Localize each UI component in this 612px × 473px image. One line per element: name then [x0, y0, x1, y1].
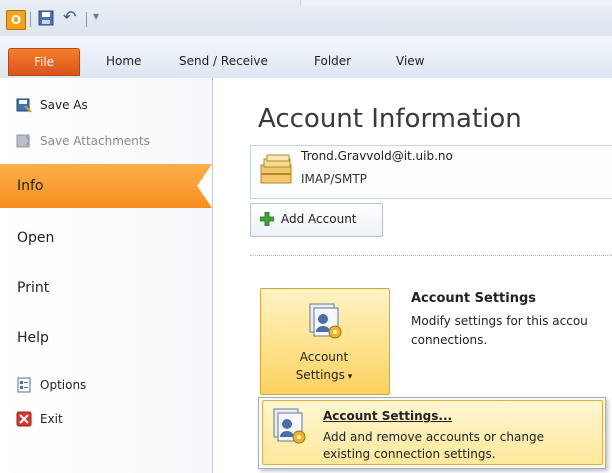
add-account-label: Add Account	[281, 212, 357, 226]
account-settings-description: Modify settings for this accou	[411, 314, 588, 328]
exit-icon	[16, 411, 32, 427]
add-account-button[interactable]: Add Account	[250, 203, 383, 237]
customize-qat-icon[interactable]: ▾	[93, 9, 99, 23]
save-attachments-icon	[16, 134, 30, 148]
options-icon	[17, 377, 31, 393]
account-settings-description-line2: connections.	[411, 333, 488, 347]
account-settings-heading: Account Settings	[411, 291, 537, 306]
account-settings-dropdown-label: Settings ▾	[295, 368, 353, 382]
exit-label: Exit	[40, 412, 63, 426]
tab-send-receive[interactable]: Send / Receive	[179, 54, 268, 68]
nav-help[interactable]: Help	[0, 316, 212, 360]
mail-account-icon	[260, 154, 292, 184]
account-settings-icon	[309, 303, 342, 339]
menu-item-description-line2: existing connection settings.	[323, 447, 496, 461]
account-email: Trond.Gravvold@it.uib.no	[301, 149, 453, 163]
section-divider	[250, 255, 612, 256]
undo-icon[interactable]: ↶	[63, 8, 79, 26]
qat-separator	[30, 12, 31, 27]
title-bar-strip	[300, 0, 612, 6]
save-as-icon	[16, 98, 32, 113]
save-icon[interactable]	[38, 10, 54, 26]
outlook-app-icon[interactable]: O	[6, 10, 26, 30]
account-settings-menu-icon	[273, 408, 306, 444]
nav-print[interactable]: Print	[0, 266, 212, 310]
tab-view[interactable]: View	[396, 54, 424, 68]
save-attachments-label: Save Attachments	[40, 134, 150, 148]
selected-nav-pointer	[197, 164, 212, 208]
page-title: Account Information	[258, 104, 522, 134]
nav-open[interactable]: Open	[0, 216, 212, 260]
qat-separator	[86, 12, 87, 27]
menu-item-title: Account Settings...	[323, 409, 453, 423]
tab-file[interactable]: File	[8, 48, 80, 76]
chevron-down-icon: ▾	[344, 372, 353, 382]
account-settings-button-label: Account	[299, 350, 349, 364]
nav-info[interactable]: Info	[0, 164, 212, 208]
add-icon	[260, 212, 274, 226]
tab-folder[interactable]: Folder	[314, 54, 351, 68]
ribbon-tab-bar	[0, 36, 612, 79]
options-label: Options	[40, 378, 87, 392]
menu-item-description: Add and remove accounts or change	[323, 430, 544, 444]
tab-home[interactable]: Home	[106, 54, 141, 68]
account-type: IMAP/SMTP	[301, 172, 367, 186]
save-as-label: Save As	[40, 98, 88, 112]
